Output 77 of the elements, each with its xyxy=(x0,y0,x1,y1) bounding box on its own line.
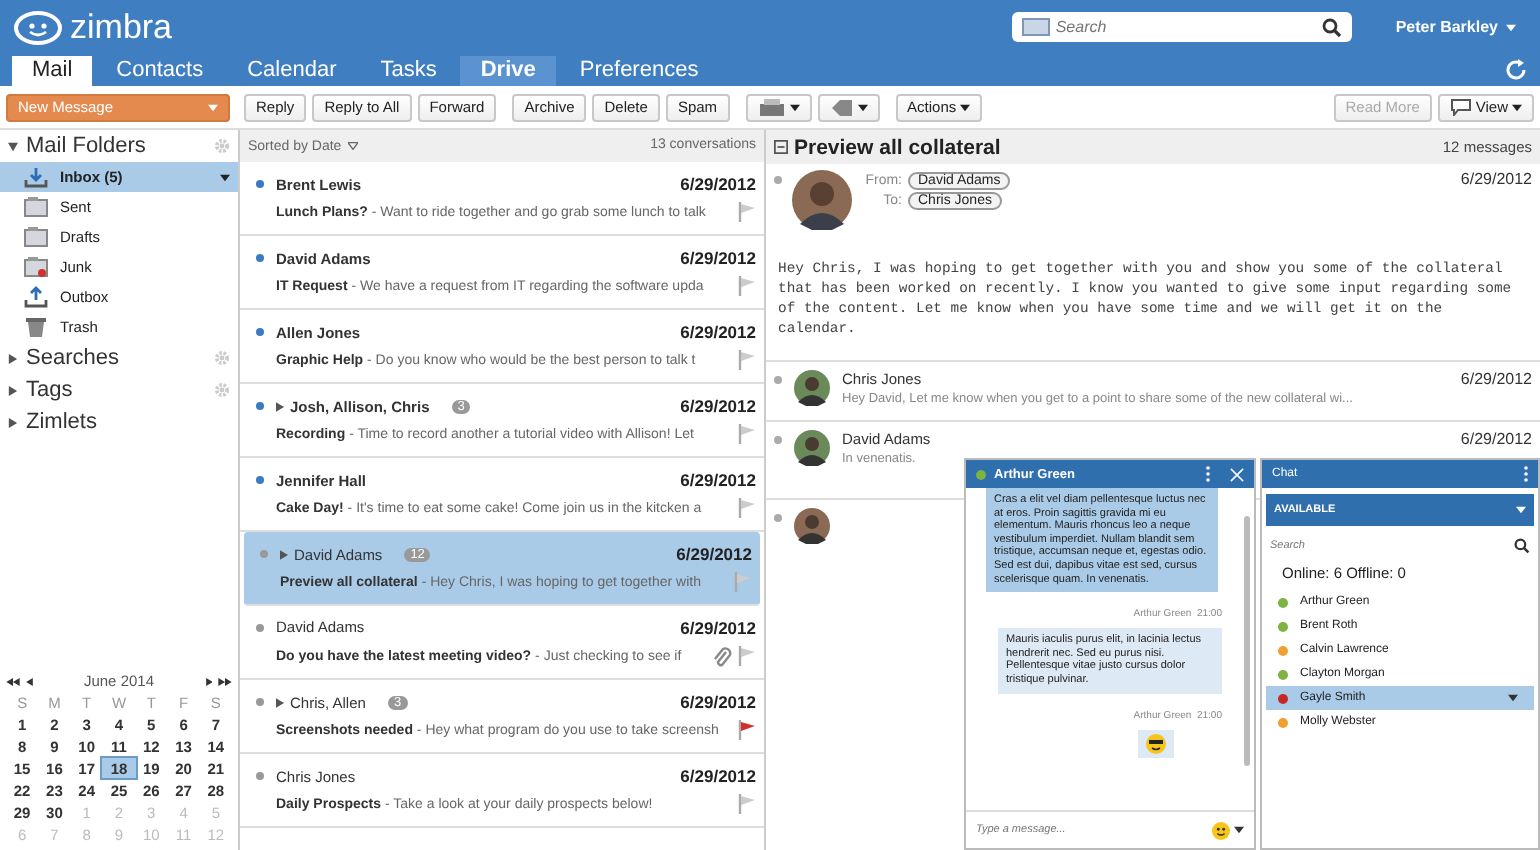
section-row[interactable]: Tags xyxy=(0,374,238,406)
folder-icon xyxy=(24,226,48,248)
folder-icon xyxy=(24,256,48,278)
previous-year-icon[interactable] xyxy=(6,677,20,685)
collapse-icon[interactable] xyxy=(774,140,788,154)
nav-tab[interactable]: Preferences xyxy=(559,56,719,86)
message-date: 6/29/2012 xyxy=(1460,430,1532,448)
unread-dot xyxy=(256,180,264,188)
nav-tab[interactable]: Contacts xyxy=(96,56,224,86)
message-date: 6/29/2012 xyxy=(680,692,756,712)
message-date: 6/29/2012 xyxy=(1460,370,1532,388)
app-logo: zimbra xyxy=(70,7,173,47)
unread-dot xyxy=(256,772,264,780)
smiley-icon[interactable] xyxy=(1212,821,1230,839)
print-menu-button[interactable] xyxy=(745,93,812,121)
caret-icon[interactable] xyxy=(1234,826,1244,834)
flag-icon[interactable] xyxy=(738,720,756,740)
mail-icon xyxy=(1021,18,1050,36)
nav-tab[interactable]: Calendar xyxy=(227,56,357,86)
search-box[interactable]: Search xyxy=(1011,12,1352,42)
avatar-icon xyxy=(794,508,830,544)
unread-dot xyxy=(260,550,268,558)
nav-tab[interactable]: Mail xyxy=(12,56,93,86)
unread-dot xyxy=(256,698,264,706)
nav-tab[interactable]: Tasks xyxy=(360,56,457,86)
unread-dot xyxy=(256,623,264,631)
expand-icon[interactable] xyxy=(276,401,284,411)
next-month-icon[interactable] xyxy=(205,677,212,685)
caret-icon[interactable] xyxy=(960,103,971,111)
printer-icon[interactable] xyxy=(757,97,786,117)
caret-icon[interactable] xyxy=(1512,103,1522,111)
message-date: 6/29/2012 xyxy=(680,470,756,490)
expand-icon[interactable] xyxy=(8,353,18,363)
unread-dot xyxy=(256,254,264,262)
next-year-icon[interactable] xyxy=(218,677,232,685)
speech-bubble-icon[interactable] xyxy=(1449,98,1472,116)
avatar-icon xyxy=(792,170,852,230)
expand-icon[interactable] xyxy=(280,549,288,559)
message-date: 6/29/2012 xyxy=(676,544,752,564)
caret-icon[interactable] xyxy=(857,103,868,111)
message-date: 6/29/2012 xyxy=(680,766,756,786)
tray-down-icon xyxy=(24,166,48,188)
expand-icon[interactable] xyxy=(8,417,18,427)
message-date: 6/29/2012 xyxy=(680,248,756,268)
unread-dot xyxy=(256,476,264,484)
sunglasses-emoji-icon xyxy=(1146,733,1166,754)
paperclip-icon xyxy=(712,645,732,667)
expand-icon[interactable] xyxy=(8,385,18,395)
section-row[interactable]: Zimlets xyxy=(0,406,238,438)
message-date: 6/29/2012 xyxy=(680,174,756,194)
message-date: 6/29/2012 xyxy=(680,617,756,637)
conversation-title: Preview all collateral xyxy=(794,135,1001,159)
sort-icon[interactable] xyxy=(347,142,358,150)
trash-icon xyxy=(24,316,48,338)
close-icon[interactable] xyxy=(1230,467,1244,481)
folder-icon xyxy=(24,196,48,218)
search-icon[interactable] xyxy=(1321,17,1342,37)
unread-dot xyxy=(256,328,264,336)
message-date: 6/29/2012 xyxy=(1460,170,1532,188)
section-heading[interactable]: Mail Folders xyxy=(26,134,206,158)
caret-icon[interactable] xyxy=(220,173,230,181)
section-row[interactable]: Searches xyxy=(0,342,238,374)
caret-icon[interactable] xyxy=(1508,694,1518,702)
previous-month-icon[interactable] xyxy=(26,677,33,685)
logo-icon xyxy=(12,9,64,45)
unread-dot xyxy=(256,402,264,410)
search-icon[interactable] xyxy=(1514,538,1530,554)
caret-icon[interactable] xyxy=(789,103,800,111)
user-menu[interactable]: Peter Barkley xyxy=(1395,18,1516,36)
tray-up-icon xyxy=(24,286,48,308)
avatar-icon xyxy=(794,370,830,406)
refresh-icon[interactable] xyxy=(1504,58,1528,82)
message-date: 6/29/2012 xyxy=(680,396,756,416)
message-date: 6/29/2012 xyxy=(680,322,756,342)
avatar-icon xyxy=(794,430,830,466)
collapse-icon[interactable] xyxy=(8,141,18,151)
expand-icon[interactable] xyxy=(276,697,284,707)
